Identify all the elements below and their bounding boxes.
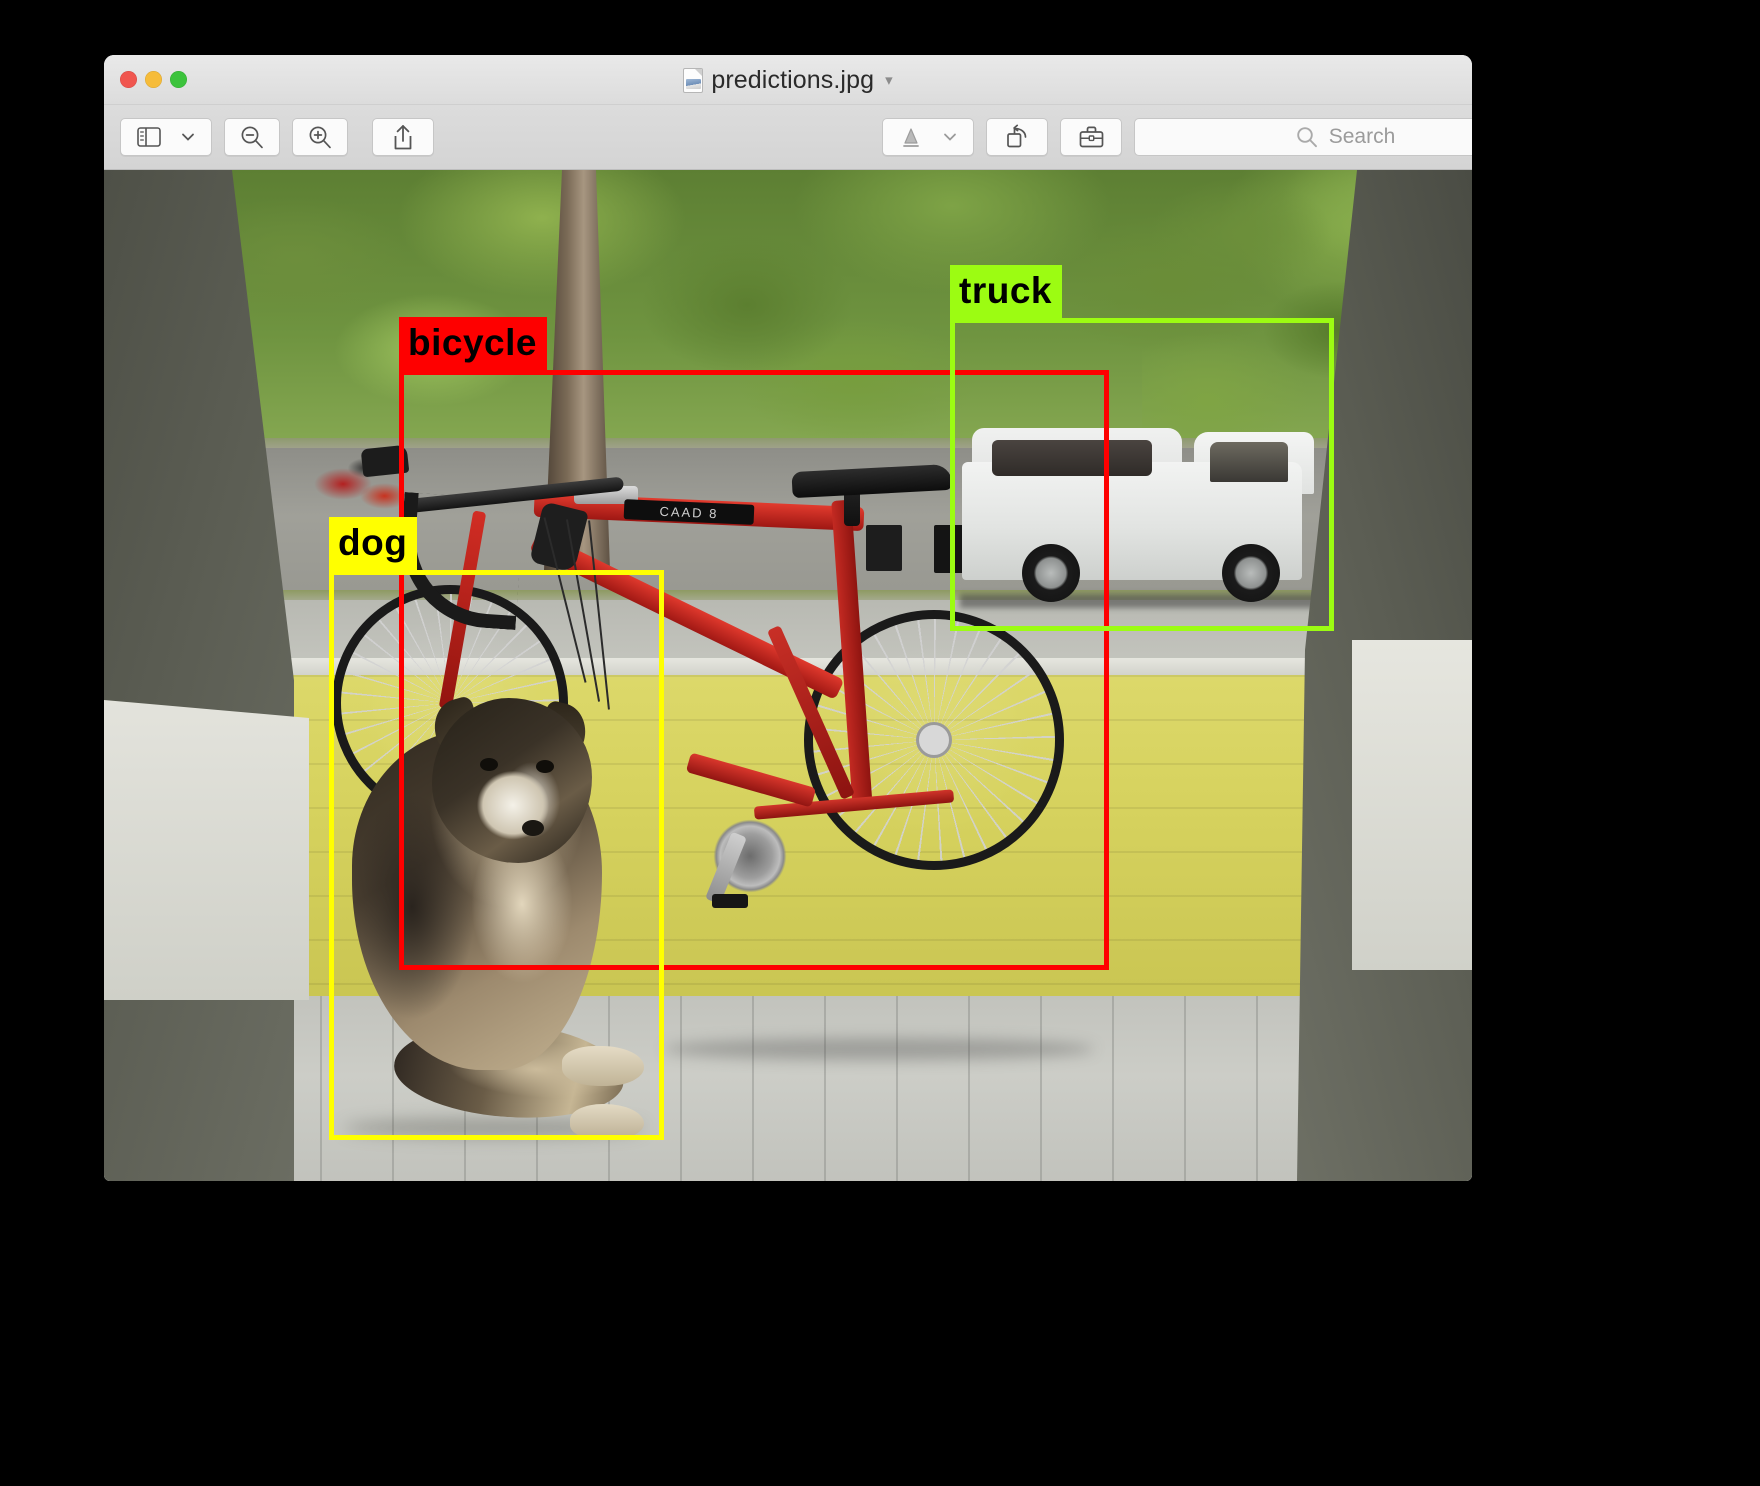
- preview-window: predictions.jpg ▾ Search CAAD 8 bicycle …: [104, 55, 1472, 1181]
- rotate-left-button[interactable]: [986, 118, 1048, 156]
- sidebar-icon: [137, 127, 161, 147]
- toolbar-left-group: [120, 118, 434, 156]
- bounding-box-truck: [950, 318, 1334, 631]
- bounding-box-dog: [329, 570, 664, 1140]
- window-title: predictions.jpg: [711, 66, 875, 94]
- search-icon: [1295, 125, 1319, 149]
- detection-label-bicycle: bicycle: [399, 317, 547, 371]
- markup-chevron-down-icon[interactable]: [943, 132, 957, 142]
- toolbox-icon: [1078, 125, 1105, 149]
- share-icon: [391, 124, 415, 151]
- rotate-left-icon: [1004, 124, 1031, 151]
- share-button[interactable]: [372, 118, 434, 156]
- traffic-light-group: [120, 71, 187, 88]
- zoom-in-button[interactable]: [292, 118, 348, 156]
- image-canvas[interactable]: CAAD 8 bicycle truck dog: [104, 170, 1472, 1181]
- search-placeholder: Search: [1328, 125, 1396, 148]
- zoom-window-button[interactable]: [170, 71, 187, 88]
- search-field[interactable]: Search: [1134, 118, 1472, 156]
- window-title-group: predictions.jpg ▾: [104, 66, 1472, 95]
- sidebar-chevron-down-icon[interactable]: [181, 132, 195, 142]
- window-toolbar: Search: [104, 105, 1472, 170]
- markup-pen-button[interactable]: [882, 118, 974, 156]
- markup-toolbar-button[interactable]: [1060, 118, 1122, 156]
- detection-label-truck: truck: [950, 265, 1062, 319]
- zoom-out-button[interactable]: [224, 118, 280, 156]
- zoom-out-icon: [239, 124, 265, 150]
- toolbar-middle-group: [882, 118, 1122, 156]
- detection-overlay: bicycle truck dog: [104, 170, 1472, 1181]
- markup-pen-icon: [899, 125, 923, 149]
- title-chevron-down-icon[interactable]: ▾: [885, 73, 893, 88]
- sidebar-view-button[interactable]: [120, 118, 212, 156]
- window-titlebar: predictions.jpg ▾: [104, 55, 1472, 105]
- detection-label-dog: dog: [329, 517, 418, 571]
- zoom-in-icon: [307, 124, 333, 150]
- close-window-button[interactable]: [120, 71, 137, 88]
- document-icon: [683, 68, 704, 93]
- minimize-window-button[interactable]: [145, 71, 162, 88]
